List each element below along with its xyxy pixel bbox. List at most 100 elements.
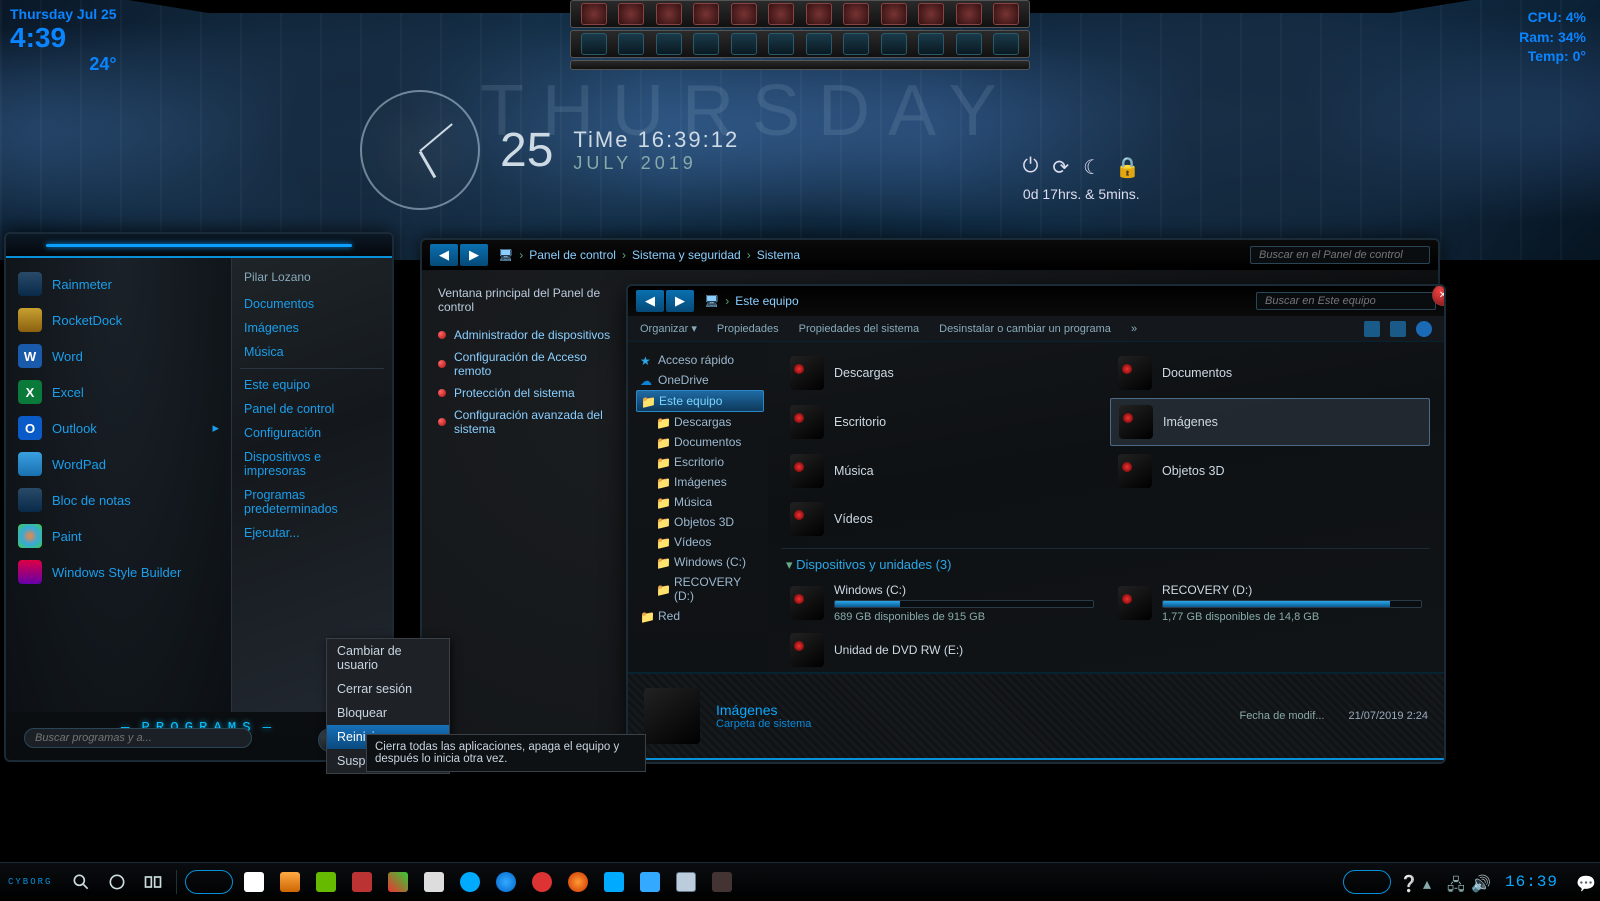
tree-node[interactable]: 📁Este equipo [636, 390, 764, 412]
cp-side-title[interactable]: Ventana principal del Panel de control [432, 284, 632, 324]
dock-icon[interactable] [768, 3, 794, 25]
taskbar-app-store[interactable] [239, 868, 269, 896]
dock-icon[interactable] [618, 3, 644, 25]
dock-row-1[interactable] [570, 0, 1030, 28]
start-app-bloc-de-notas[interactable]: Bloc de notas [14, 482, 223, 518]
toolbar-more[interactable]: » [1131, 323, 1137, 335]
network-icon[interactable]: 🖧 [1447, 874, 1463, 890]
toolbar-properties[interactable]: Propiedades [717, 323, 779, 335]
taskbar-app[interactable] [707, 868, 737, 896]
start-place-link[interactable]: Dispositivos e impresoras [238, 445, 386, 483]
taskbar-app-ccleaner[interactable] [527, 868, 557, 896]
address-text[interactable]: Este equipo [735, 294, 798, 308]
dock-icon[interactable] [618, 33, 644, 55]
cp-titlebar[interactable]: ◀ ▶ 🖥 › Panel de control › Sistema y seg… [422, 240, 1438, 270]
breadcrumb[interactable]: 🖥 › Panel de control › Sistema y segurid… [498, 248, 800, 262]
view-mode-icon[interactable] [1364, 321, 1380, 337]
cp-side-link[interactable]: Configuración avanzada del sistema [432, 404, 632, 440]
dock-icon[interactable] [693, 33, 719, 55]
task-view-icon[interactable] [138, 868, 168, 896]
dock-icon[interactable] [731, 33, 757, 55]
explorer-titlebar[interactable]: ◀ ▶ 🖥 › Este equipo [628, 286, 1444, 316]
dock-icon[interactable] [956, 3, 982, 25]
folder-item[interactable]: Objetos 3D [1110, 448, 1430, 494]
power-menu-item[interactable]: Bloquear [327, 701, 449, 725]
dock-icon[interactable] [881, 33, 907, 55]
dock-icon[interactable] [693, 3, 719, 25]
start-place-link[interactable]: Programas predeterminados [238, 483, 386, 521]
toolbar-organize[interactable]: Organizar ▾ [640, 322, 697, 335]
power-menu-item[interactable]: Cambiar de usuario [327, 639, 449, 677]
dock-icon[interactable] [993, 3, 1019, 25]
drive-item[interactable]: Windows (C:)689 GB disponibles de 915 GB [782, 579, 1102, 627]
start-place-link[interactable]: Panel de control [238, 397, 386, 421]
crumb-item[interactable]: Sistema [757, 248, 800, 262]
tree-node[interactable]: 📁Vídeos [636, 532, 764, 552]
dock-icon[interactable] [956, 33, 982, 55]
dock-icon[interactable] [656, 33, 682, 55]
power-menu-item[interactable]: Cerrar sesión [327, 677, 449, 701]
nav-fwd-button[interactable]: ▶ [460, 244, 488, 266]
start-place-link[interactable]: Imágenes [238, 316, 386, 340]
cp-side-link[interactable]: Protección del sistema [432, 382, 632, 404]
nav-back-button[interactable]: ◀ [430, 244, 458, 266]
drive-item[interactable]: Unidad de DVD RW (E:) [782, 629, 1102, 671]
crumb-item[interactable]: Sistema y seguridad [632, 248, 741, 262]
start-place-link[interactable]: Configuración [238, 421, 386, 445]
dock-icon[interactable] [993, 33, 1019, 55]
start-app-word[interactable]: WWord [14, 338, 223, 374]
start-app-outlook[interactable]: OOutlook▸ [14, 410, 223, 446]
dock-icon[interactable] [656, 3, 682, 25]
tree-node[interactable]: ★Acceso rápido [636, 350, 764, 370]
dock-icon[interactable] [581, 33, 607, 55]
dock-icon[interactable] [918, 33, 944, 55]
taskbar-app-edge[interactable] [455, 868, 485, 896]
taskbar-app-nvidia[interactable] [311, 868, 341, 896]
taskbar-app-explorer[interactable] [671, 868, 701, 896]
tree-node[interactable]: 📁Red [636, 606, 764, 626]
tree-node[interactable]: 📁Documentos [636, 432, 764, 452]
user-name[interactable]: Pilar Lozano [238, 266, 386, 292]
system-tray[interactable]: ❔ ▴ 🖧 🔊 16:39 💬 [1343, 870, 1592, 894]
dock-icon[interactable] [731, 3, 757, 25]
tree-node[interactable]: 📁Música [636, 492, 764, 512]
start-menu[interactable]: RainmeterRocketDockWWordXExcelOOutlook▸W… [4, 232, 394, 762]
help-tray-icon[interactable]: ❔ [1399, 874, 1415, 890]
start-app-excel[interactable]: XExcel [14, 374, 223, 410]
cp-side-link[interactable]: Configuración de Acceso remoto [432, 346, 632, 382]
folder-item[interactable]: Imágenes [1110, 398, 1430, 446]
start-place-link[interactable]: Ejecutar... [238, 521, 386, 545]
tree-node[interactable]: 📁Escritorio [636, 452, 764, 472]
taskbar-app-ie[interactable] [491, 868, 521, 896]
cortana-icon[interactable] [102, 868, 132, 896]
dock-icon[interactable] [768, 33, 794, 55]
file-explorer-window[interactable]: ✕ ◀ ▶ 🖥 › Este equipo Organizar ▾ Propie… [626, 284, 1446, 764]
toolbar-uninstall[interactable]: Desinstalar o cambiar un programa [939, 323, 1111, 335]
action-center-icon[interactable]: 💬 [1576, 874, 1592, 890]
lock-icon[interactable]: 🔒 [1115, 155, 1140, 180]
start-search-input[interactable] [24, 728, 252, 748]
toolbar-sysproperties[interactable]: Propiedades del sistema [799, 323, 919, 335]
dock-icon[interactable] [806, 3, 832, 25]
tree-node[interactable]: ☁OneDrive [636, 370, 764, 390]
power-icon[interactable]: ⏻ [1023, 155, 1039, 180]
dock-row-2[interactable] [570, 30, 1030, 58]
taskbar-app[interactable] [383, 868, 413, 896]
folder-item[interactable]: Documentos [1110, 350, 1430, 396]
folder-item[interactable]: Vídeos [782, 496, 1102, 542]
search-icon[interactable] [66, 868, 96, 896]
start-app-paint[interactable]: Paint [14, 518, 223, 554]
cp-side-link[interactable]: Administrador de dispositivos [432, 324, 632, 346]
dock-icon[interactable] [918, 3, 944, 25]
preview-pane-icon[interactable] [1390, 321, 1406, 337]
taskbar-app-firefox[interactable] [563, 868, 593, 896]
taskbar-app-mail[interactable] [419, 868, 449, 896]
dock-icon[interactable] [581, 3, 607, 25]
tree-node[interactable]: 📁Descargas [636, 412, 764, 432]
crumb-item[interactable]: Panel de control [529, 248, 616, 262]
help-icon[interactable] [1416, 321, 1432, 337]
explorer-content[interactable]: DescargasDocumentosEscritorioImágenesMús… [768, 342, 1444, 672]
start-place-link[interactable]: Este equipo [238, 373, 386, 397]
folder-item[interactable]: Escritorio [782, 398, 1102, 446]
start-app-rocketdock[interactable]: RocketDock [14, 302, 223, 338]
